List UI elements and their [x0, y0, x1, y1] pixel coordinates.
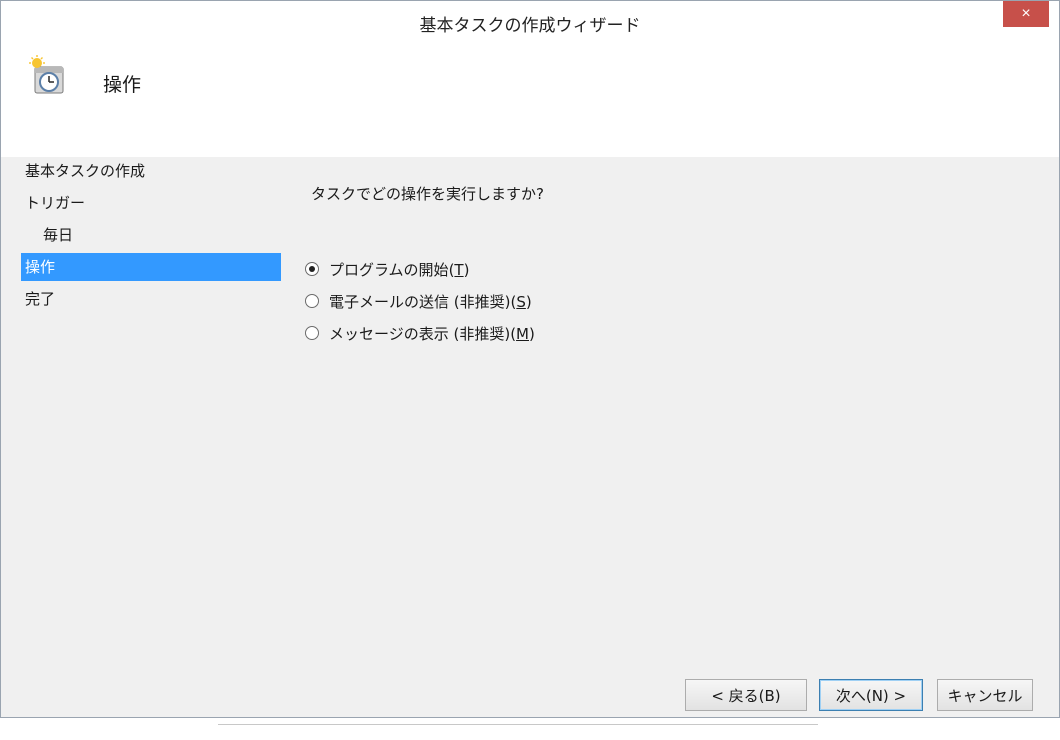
radio-start-program[interactable]	[305, 262, 319, 276]
title-bar[interactable]: 基本タスクの作成ウィザード ×	[1, 1, 1059, 39]
option-start-program[interactable]: プログラムの開始(T)	[305, 257, 535, 281]
option-send-email[interactable]: 電子メールの送信 (非推奨)(S)	[305, 289, 535, 313]
step-create-basic-task: 基本タスクの作成	[25, 162, 146, 180]
background-window-strip	[0, 718, 1060, 740]
cancel-button[interactable]: キャンセル	[937, 679, 1033, 711]
radio-send-email[interactable]	[305, 294, 319, 308]
next-button[interactable]: 次へ(N) >	[819, 679, 923, 711]
background-divider	[218, 724, 818, 725]
header-panel: 操作	[1, 39, 1059, 157]
option-display-message[interactable]: メッセージの表示 (非推奨)(M)	[305, 321, 535, 345]
back-button[interactable]: < 戻る(B)	[685, 679, 807, 711]
step-trigger: トリガー	[25, 194, 86, 212]
question-text: タスクでどの操作を実行しますか?	[311, 185, 544, 203]
close-button[interactable]: ×	[1003, 1, 1049, 27]
task-clock-icon	[29, 55, 69, 99]
option-label: メッセージの表示 (非推奨)(M)	[329, 324, 535, 343]
wizard-window: 基本タスクの作成ウィザード × 操作 基本タスクの作成 トリガー 毎日 操作 完…	[0, 0, 1060, 718]
button-bar: < 戻る(B) 次へ(N) > キャンセル	[1, 669, 1059, 717]
window-title: 基本タスクの作成ウィザード	[419, 16, 641, 36]
wizard-steps: 基本タスクの作成 トリガー 毎日 操作 完了	[21, 157, 281, 317]
action-options: プログラムの開始(T) 電子メールの送信 (非推奨)(S) メッセージの表示 (…	[305, 257, 535, 353]
option-label: 電子メールの送信 (非推奨)(S)	[329, 292, 532, 311]
step-finish: 完了	[25, 290, 56, 308]
option-label: プログラムの開始(T)	[329, 260, 470, 279]
step-action: 操作	[21, 253, 281, 281]
page-title: 操作	[103, 74, 142, 96]
step-daily: 毎日	[43, 226, 74, 244]
radio-display-message[interactable]	[305, 326, 319, 340]
